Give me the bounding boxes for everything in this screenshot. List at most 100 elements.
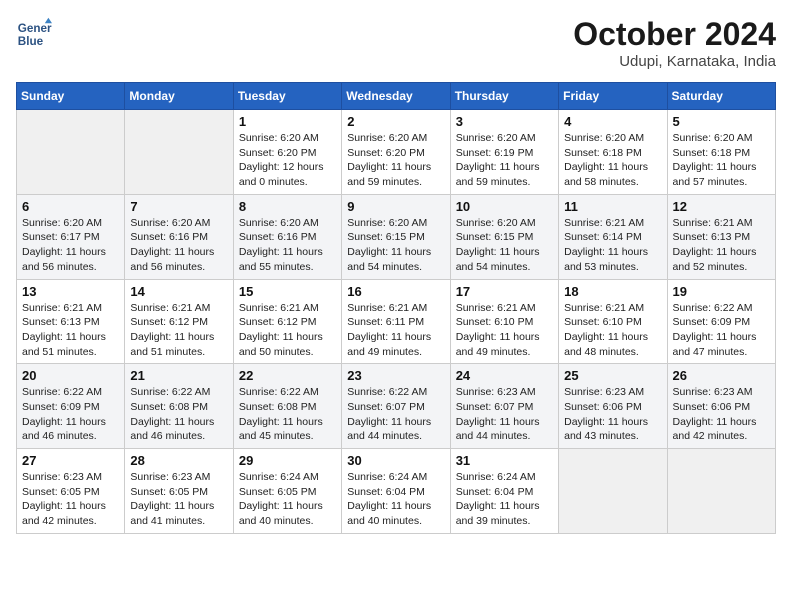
- weekday-header: Monday: [125, 83, 233, 110]
- day-info: Sunrise: 6:21 AMSunset: 6:11 PMDaylight:…: [347, 301, 444, 360]
- calendar-cell: 9 Sunrise: 6:20 AMSunset: 6:15 PMDaylight…: [342, 194, 450, 279]
- day-number: 31: [456, 453, 553, 468]
- day-number: 6: [22, 199, 119, 214]
- day-number: 2: [347, 114, 444, 129]
- day-info: Sunrise: 6:21 AMSunset: 6:10 PMDaylight:…: [456, 301, 553, 360]
- calendar-cell: 28 Sunrise: 6:23 AMSunset: 6:05 PMDayligh…: [125, 449, 233, 534]
- day-info: Sunrise: 6:20 AMSunset: 6:18 PMDaylight:…: [564, 131, 661, 190]
- calendar-cell: 25 Sunrise: 6:23 AMSunset: 6:06 PMDayligh…: [559, 364, 667, 449]
- day-info: Sunrise: 6:23 AMSunset: 6:05 PMDaylight:…: [22, 470, 119, 529]
- day-info: Sunrise: 6:20 AMSunset: 6:18 PMDaylight:…: [673, 131, 770, 190]
- weekday-header: Sunday: [17, 83, 125, 110]
- day-info: Sunrise: 6:22 AMSunset: 6:08 PMDaylight:…: [239, 385, 336, 444]
- calendar-cell: 29 Sunrise: 6:24 AMSunset: 6:05 PMDayligh…: [233, 449, 341, 534]
- calendar-cell: 23Sunrise: 6:22 AMSunset: 6:07 PMDayligh…: [342, 364, 450, 449]
- calendar-cell: 12 Sunrise: 6:21 AMSunset: 6:13 PMDayligh…: [667, 194, 775, 279]
- day-info: Sunrise: 6:20 AMSunset: 6:20 PMDaylight:…: [239, 131, 336, 190]
- day-info: Sunrise: 6:21 AMSunset: 6:12 PMDaylight:…: [239, 301, 336, 360]
- day-number: 22: [239, 368, 336, 383]
- day-info: Sunrise: 6:24 AMSunset: 6:05 PMDaylight:…: [239, 470, 336, 529]
- day-info: Sunrise: 6:21 AMSunset: 6:13 PMDaylight:…: [673, 216, 770, 275]
- day-number: 4: [564, 114, 661, 129]
- day-info: Sunrise: 6:21 AMSunset: 6:14 PMDaylight:…: [564, 216, 661, 275]
- calendar-cell: 8 Sunrise: 6:20 AMSunset: 6:16 PMDaylight…: [233, 194, 341, 279]
- day-number: 15: [239, 284, 336, 299]
- day-info: Sunrise: 6:23 AMSunset: 6:06 PMDaylight:…: [673, 385, 770, 444]
- calendar-cell: 15 Sunrise: 6:21 AMSunset: 6:12 PMDayligh…: [233, 279, 341, 364]
- calendar-cell: [125, 110, 233, 195]
- day-number: 17: [456, 284, 553, 299]
- day-number: 14: [130, 284, 227, 299]
- calendar-cell: 27 Sunrise: 6:23 AMSunset: 6:05 PMDayligh…: [17, 449, 125, 534]
- calendar-cell: 22 Sunrise: 6:22 AMSunset: 6:08 PMDayligh…: [233, 364, 341, 449]
- day-number: 27: [22, 453, 119, 468]
- calendar-week-row: 27 Sunrise: 6:23 AMSunset: 6:05 PMDayligh…: [17, 449, 776, 534]
- day-number: 21: [130, 368, 227, 383]
- day-number: 13: [22, 284, 119, 299]
- calendar-cell: [559, 449, 667, 534]
- calendar-cell: 2Sunrise: 6:20 AMSunset: 6:20 PMDaylight…: [342, 110, 450, 195]
- weekday-header: Tuesday: [233, 83, 341, 110]
- day-number: 23: [347, 368, 444, 383]
- calendar-cell: 10 Sunrise: 6:20 AMSunset: 6:15 PMDayligh…: [450, 194, 558, 279]
- calendar-cell: 18 Sunrise: 6:21 AMSunset: 6:10 PMDayligh…: [559, 279, 667, 364]
- day-number: 26: [673, 368, 770, 383]
- calendar-cell: 17 Sunrise: 6:21 AMSunset: 6:10 PMDayligh…: [450, 279, 558, 364]
- day-info: Sunrise: 6:23 AMSunset: 6:06 PMDaylight:…: [564, 385, 661, 444]
- calendar-cell: 30 Sunrise: 6:24 AMSunset: 6:04 PMDayligh…: [342, 449, 450, 534]
- page-header: General Blue October 2024 Udupi, Karnata…: [16, 16, 776, 70]
- calendar-cell: 31 Sunrise: 6:24 AMSunset: 6:04 PMDayligh…: [450, 449, 558, 534]
- day-number: 1: [239, 114, 336, 129]
- day-number: 29: [239, 453, 336, 468]
- day-info: Sunrise: 6:23 AMSunset: 6:07 PMDaylight:…: [456, 385, 553, 444]
- day-number: 8: [239, 199, 336, 214]
- day-info: Sunrise: 6:20 AMSunset: 6:19 PMDaylight:…: [456, 131, 553, 190]
- calendar-cell: 26 Sunrise: 6:23 AMSunset: 6:06 PMDayligh…: [667, 364, 775, 449]
- weekday-header: Thursday: [450, 83, 558, 110]
- day-info: Sunrise: 6:20 AMSunset: 6:16 PMDaylight:…: [239, 216, 336, 275]
- calendar-week-row: 13 Sunrise: 6:21 AMSunset: 6:13 PMDayligh…: [17, 279, 776, 364]
- title-block: October 2024 Udupi, Karnataka, India: [573, 16, 776, 70]
- day-number: 24: [456, 368, 553, 383]
- calendar-cell: 5Sunrise: 6:20 AMSunset: 6:18 PMDaylight…: [667, 110, 775, 195]
- calendar-body: 1 Sunrise: 6:20 AMSunset: 6:20 PMDaylight…: [17, 110, 776, 534]
- calendar-cell: 20Sunrise: 6:22 AMSunset: 6:09 PMDayligh…: [17, 364, 125, 449]
- day-info: Sunrise: 6:24 AMSunset: 6:04 PMDaylight:…: [456, 470, 553, 529]
- day-info: Sunrise: 6:21 AMSunset: 6:10 PMDaylight:…: [564, 301, 661, 360]
- calendar-cell: 4 Sunrise: 6:20 AMSunset: 6:18 PMDaylight…: [559, 110, 667, 195]
- day-info: Sunrise: 6:20 AMSunset: 6:15 PMDaylight:…: [347, 216, 444, 275]
- page-subtitle: Udupi, Karnataka, India: [573, 53, 776, 70]
- day-number: 16: [347, 284, 444, 299]
- day-number: 3: [456, 114, 553, 129]
- day-info: Sunrise: 6:24 AMSunset: 6:04 PMDaylight:…: [347, 470, 444, 529]
- day-info: Sunrise: 6:20 AMSunset: 6:15 PMDaylight:…: [456, 216, 553, 275]
- weekday-header: Saturday: [667, 83, 775, 110]
- day-number: 10: [456, 199, 553, 214]
- calendar-cell: [17, 110, 125, 195]
- day-number: 12: [673, 199, 770, 214]
- day-info: Sunrise: 6:23 AMSunset: 6:05 PMDaylight:…: [130, 470, 227, 529]
- calendar-cell: 6Sunrise: 6:20 AMSunset: 6:17 PMDaylight…: [17, 194, 125, 279]
- weekday-header: Wednesday: [342, 83, 450, 110]
- day-info: Sunrise: 6:22 AMSunset: 6:08 PMDaylight:…: [130, 385, 227, 444]
- day-number: 9: [347, 199, 444, 214]
- day-info: Sunrise: 6:22 AMSunset: 6:09 PMDaylight:…: [22, 385, 119, 444]
- weekday-header: Friday: [559, 83, 667, 110]
- calendar-table: SundayMondayTuesdayWednesdayThursdayFrid…: [16, 82, 776, 534]
- calendar-cell: 24 Sunrise: 6:23 AMSunset: 6:07 PMDayligh…: [450, 364, 558, 449]
- day-info: Sunrise: 6:22 AMSunset: 6:09 PMDaylight:…: [673, 301, 770, 360]
- day-info: Sunrise: 6:20 AMSunset: 6:16 PMDaylight:…: [130, 216, 227, 275]
- day-number: 18: [564, 284, 661, 299]
- calendar-cell: 21 Sunrise: 6:22 AMSunset: 6:08 PMDayligh…: [125, 364, 233, 449]
- logo-icon: General Blue: [16, 16, 52, 52]
- logo: General Blue: [16, 16, 52, 52]
- svg-text:General: General: [18, 22, 52, 35]
- day-number: 30: [347, 453, 444, 468]
- calendar-cell: [667, 449, 775, 534]
- day-number: 25: [564, 368, 661, 383]
- page-title: October 2024: [573, 16, 776, 53]
- calendar-cell: 19Sunrise: 6:22 AMSunset: 6:09 PMDayligh…: [667, 279, 775, 364]
- calendar-header-row: SundayMondayTuesdayWednesdayThursdayFrid…: [17, 83, 776, 110]
- day-number: 28: [130, 453, 227, 468]
- day-info: Sunrise: 6:21 AMSunset: 6:13 PMDaylight:…: [22, 301, 119, 360]
